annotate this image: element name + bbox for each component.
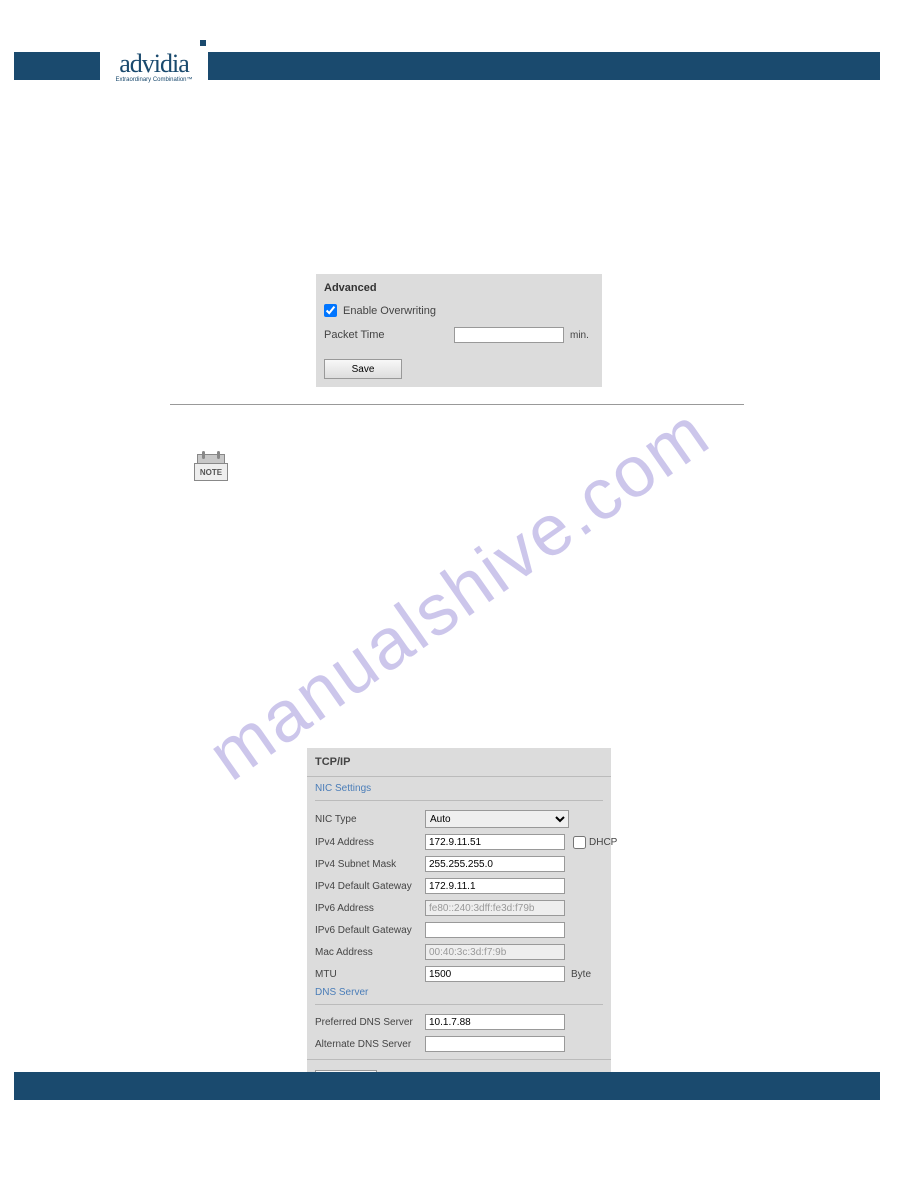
packet-time-input[interactable]: [454, 327, 564, 343]
ipv6-gateway-input[interactable]: [425, 922, 565, 938]
pref-dns-input[interactable]: [425, 1014, 565, 1030]
ipv6-gateway-label: IPv6 Default Gateway: [315, 925, 425, 936]
note-icon: NOTE: [194, 454, 228, 488]
advanced-title: Advanced: [324, 282, 594, 294]
pref-dns-label: Preferred DNS Server: [315, 1017, 425, 1028]
ipv6-address-label: IPv6 Address: [315, 903, 425, 914]
ipv4-gateway-label: IPv4 Default Gateway: [315, 881, 425, 892]
ipv4-mask-input[interactable]: [425, 856, 565, 872]
mtu-input[interactable]: [425, 966, 565, 982]
note-label: NOTE: [194, 463, 228, 481]
ipv4-gateway-input[interactable]: [425, 878, 565, 894]
tcpip-panel: TCP/IP NIC Settings NIC Type Auto IPv4 A…: [307, 748, 611, 1100]
ipv6-address-input: [425, 900, 565, 916]
logo-mark: [200, 40, 206, 46]
ipv4-address-input[interactable]: [425, 834, 565, 850]
dhcp-checkbox[interactable]: [573, 836, 586, 849]
advidia-logo: advidia Extraordinary Combination™: [100, 42, 208, 90]
logo-text: advidia: [119, 49, 189, 79]
alt-dns-label: Alternate DNS Server: [315, 1039, 425, 1050]
advanced-panel: Advanced Enable Overwriting Packet Time …: [316, 274, 602, 387]
nic-settings-label: NIC Settings: [307, 777, 611, 798]
alt-dns-input[interactable]: [425, 1036, 565, 1052]
footer-bar: [14, 1072, 880, 1100]
mtu-unit: Byte: [571, 969, 591, 980]
divider-line: [170, 404, 744, 405]
nic-type-label: NIC Type: [315, 814, 425, 825]
packet-time-unit: min.: [570, 330, 589, 341]
ipv4-mask-label: IPv4 Subnet Mask: [315, 859, 425, 870]
enable-overwriting-label: Enable Overwriting: [343, 305, 436, 317]
mtu-label: MTU: [315, 969, 425, 980]
packet-time-label: Packet Time: [324, 329, 454, 341]
tcpip-title: TCP/IP: [307, 748, 611, 777]
dns-server-label: DNS Server: [307, 985, 611, 1002]
enable-overwriting-checkbox[interactable]: [324, 304, 337, 317]
mac-address-label: Mac Address: [315, 947, 425, 958]
mac-address-input: [425, 944, 565, 960]
watermark-text: manualshive.com: [194, 391, 725, 797]
ipv4-address-label: IPv4 Address: [315, 837, 425, 848]
nic-type-select[interactable]: Auto: [425, 810, 569, 828]
dhcp-label: DHCP: [589, 837, 617, 848]
logo-tagline: Extraordinary Combination™: [115, 77, 192, 83]
advanced-save-button[interactable]: Save: [324, 359, 402, 379]
